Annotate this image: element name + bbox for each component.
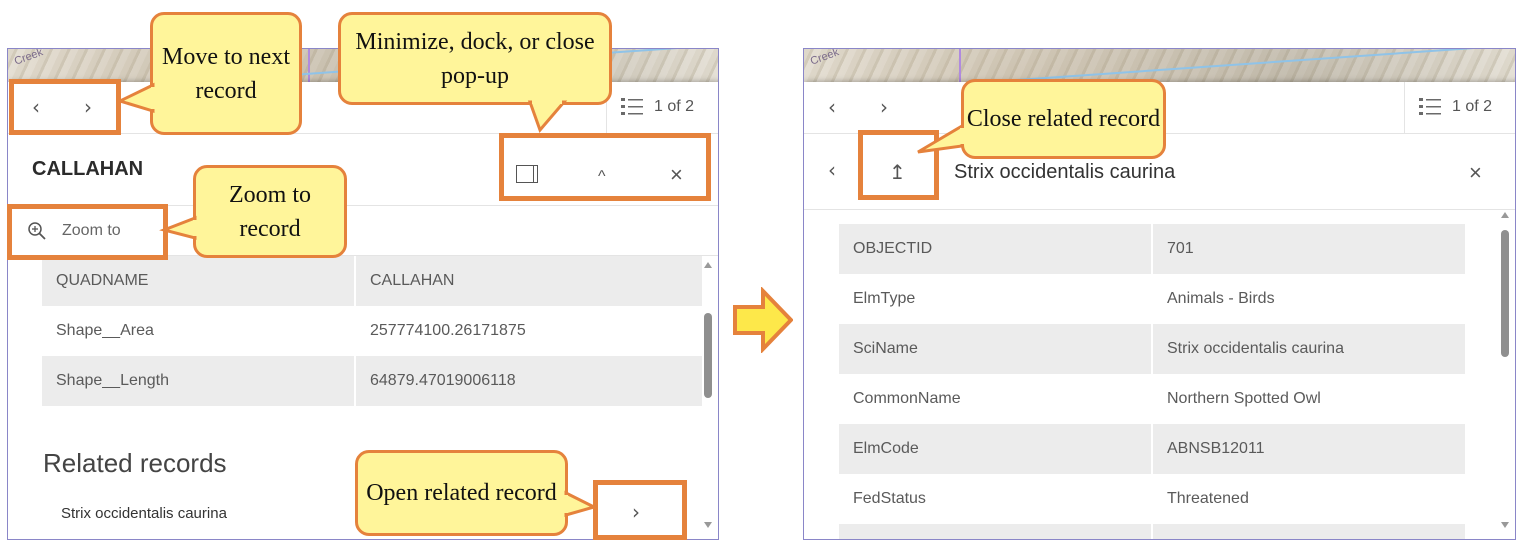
attribute-table: OBJECTID 701 ElmType Animals - Birds Sci… — [839, 224, 1465, 539]
map-label: Creek — [12, 48, 45, 68]
map-label: Creek — [808, 48, 841, 68]
table-row: SciName Strix occidentalis caurina — [839, 324, 1465, 374]
record-counter: 1 of 2 — [654, 98, 695, 115]
field-name: SciName — [839, 324, 1153, 374]
field-name: OBJECTID — [839, 224, 1153, 274]
table-row: OBJECTID 701 — [839, 224, 1465, 274]
field-name: QUADNAME — [42, 256, 356, 306]
highlight-open-related — [593, 480, 687, 540]
table-row: Shape__Area 257774100.26171875 — [42, 306, 702, 356]
related-records-heading: Related records — [43, 448, 227, 478]
scroll-up-arrow[interactable] — [704, 262, 712, 268]
callout-zoom: Zoom to record — [193, 165, 347, 258]
field-value: 257774100.26171875 — [370, 322, 526, 339]
field-value: Animals - Birds — [1167, 290, 1275, 307]
highlight-nav — [9, 79, 121, 135]
field-value: ABNSB12011 — [1152, 424, 1465, 474]
record-counter: 1 of 2 — [1452, 98, 1493, 115]
callout-move-next: Move to next record — [150, 12, 302, 135]
scroll-down-arrow[interactable] — [1501, 522, 1509, 528]
field-name: ElmCode — [839, 424, 1153, 474]
field-value: Strix occidentalis caurina — [1152, 324, 1465, 374]
table-row — [839, 524, 1465, 539]
field-value: 64879.47019006118 — [355, 356, 702, 406]
field-name: FedStatus — [839, 474, 1153, 524]
field-name: Shape__Area — [42, 306, 356, 356]
back-button[interactable]: ‹ — [828, 160, 836, 180]
list-icon — [621, 97, 643, 115]
close-icon[interactable]: × — [1469, 160, 1482, 186]
callout-tail — [917, 123, 964, 154]
field-value: Threatened — [1167, 490, 1249, 507]
scrollbar-thumb[interactable] — [704, 313, 712, 398]
popup-title: CALLAHAN — [32, 158, 144, 180]
callout-tail — [564, 490, 599, 517]
scrollbar-thumb[interactable] — [1501, 230, 1509, 357]
field-value: CALLAHAN — [355, 256, 702, 306]
next-record-button[interactable]: › — [880, 97, 888, 117]
scroll-up-arrow[interactable] — [1501, 212, 1509, 218]
transition-arrow-icon — [733, 287, 793, 353]
attribute-table: QUADNAME CALLAHAN Shape__Area 257774100.… — [42, 256, 702, 406]
field-name: ElmType — [839, 274, 1153, 324]
field-value: 701 — [1152, 224, 1465, 274]
scroll-down-arrow[interactable] — [704, 522, 712, 528]
callout-open-related: Open related record — [355, 450, 568, 536]
highlight-window-controls — [499, 133, 711, 201]
table-row: QUADNAME CALLAHAN — [42, 256, 702, 306]
callout-minimize: Minimize, dock, or close pop-up — [338, 12, 612, 105]
field-name: CommonName — [839, 374, 1153, 424]
field-value: Northern Spotted Owl — [1167, 390, 1321, 407]
table-row: CommonName Northern Spotted Owl — [839, 374, 1465, 424]
highlight-zoom — [7, 204, 168, 260]
table-row: FedStatus Threatened — [839, 474, 1465, 524]
list-icon — [1419, 97, 1441, 115]
related-record-item[interactable]: Strix occidentalis caurina — [61, 505, 227, 522]
prev-record-button[interactable]: ‹ — [828, 97, 836, 117]
feature-list-button[interactable]: 1 of 2 — [606, 82, 718, 134]
table-row: ElmCode ABNSB12011 — [839, 424, 1465, 474]
callout-tail — [159, 215, 197, 240]
callout-tail — [527, 100, 568, 133]
callout-close-related: Close related record — [961, 79, 1166, 159]
field-name: Shape__Length — [42, 356, 356, 406]
feature-list-button[interactable]: 1 of 2 — [1404, 82, 1515, 134]
related-title: Strix occidentalis caurina — [954, 161, 1176, 183]
table-row: ElmType Animals - Birds — [839, 274, 1465, 324]
callout-tail — [115, 82, 155, 114]
table-row: Shape__Length 64879.47019006118 — [42, 356, 702, 406]
